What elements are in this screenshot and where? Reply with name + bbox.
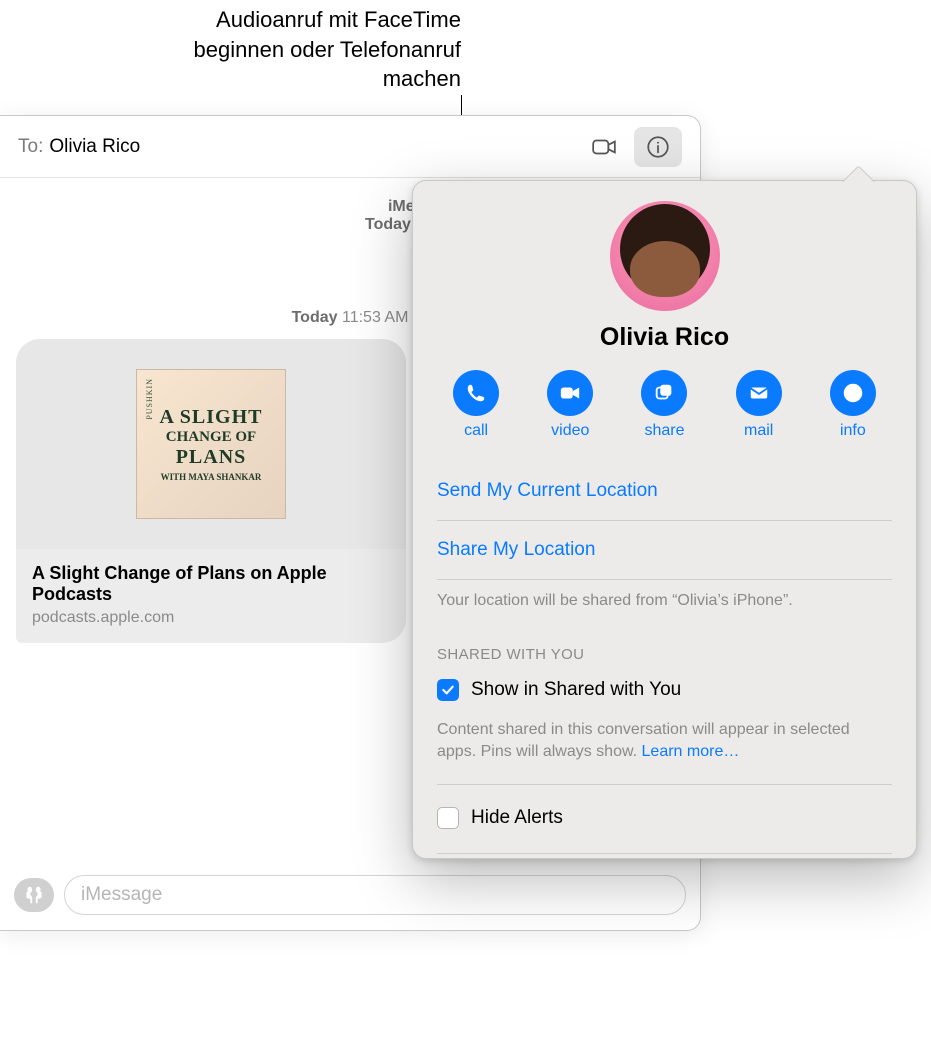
phone-icon — [453, 370, 499, 416]
contact-actions: call video share mail info — [413, 370, 916, 462]
divider — [437, 853, 892, 854]
podcast-cover-line1: A SLIGHT — [159, 406, 262, 429]
apps-button[interactable] — [14, 878, 54, 912]
message-placeholder: iMessage — [81, 884, 162, 906]
mail-label: mail — [744, 422, 773, 440]
contact-info-button[interactable]: info — [818, 370, 888, 440]
show-in-shared-label: Show in Shared with You — [471, 679, 681, 701]
checkbox-checked-icon — [437, 679, 459, 701]
mail-icon — [736, 370, 782, 416]
podcast-cover-line3: PLANS — [176, 446, 247, 469]
hide-alerts-label: Hide Alerts — [471, 807, 563, 829]
titlebar: To: Olivia Rico — [0, 116, 700, 178]
contact-name: Olivia Rico — [413, 323, 916, 352]
call-label: call — [464, 422, 488, 440]
share-label: share — [644, 422, 684, 440]
share-button[interactable]: share — [629, 370, 699, 440]
video-button[interactable]: video — [535, 370, 605, 440]
podcast-title: A Slight Change of Plans on Apple Podcas… — [32, 563, 390, 605]
callout-text: Audioanruf mit FaceTime beginnen oder Te… — [121, 5, 461, 94]
show-in-shared-checkbox-row[interactable]: Show in Shared with You — [413, 671, 916, 711]
details-popover: Olivia Rico call video share mail — [412, 180, 917, 859]
podcast-cover-line2: CHANGE OF — [166, 429, 256, 446]
compose-bar: iMessage — [0, 860, 700, 930]
stamp2-day: Today — [292, 309, 338, 326]
shared-with-you-header: SHARED WITH YOU — [413, 632, 916, 671]
call-button[interactable]: call — [441, 370, 511, 440]
info-button[interactable] — [634, 127, 682, 167]
stamp2-time: 11:53 AM — [342, 309, 408, 326]
learn-more-link[interactable]: Learn more… — [642, 743, 740, 760]
to-recipient[interactable]: Olivia Rico — [49, 136, 140, 158]
to-label: To: — [18, 136, 43, 158]
stamp1-day: Today — [365, 216, 411, 233]
hide-alerts-checkbox-row[interactable]: Hide Alerts — [413, 785, 916, 853]
video-label: video — [551, 422, 589, 440]
podcast-artwork: PUSHKIN A SLIGHT CHANGE OF PLANS WITH MA… — [16, 339, 406, 549]
podcast-domain: podcasts.apple.com — [32, 609, 390, 627]
person-icon — [830, 370, 876, 416]
checkbox-empty-icon — [437, 807, 459, 829]
contact-avatar[interactable] — [610, 201, 720, 311]
video-icon — [547, 370, 593, 416]
facetime-video-button[interactable] — [580, 127, 628, 167]
share-icon — [641, 370, 687, 416]
podcast-link-card[interactable]: PUSHKIN A SLIGHT CHANGE OF PLANS WITH MA… — [16, 339, 406, 643]
location-hint: Your location will be shared from “Olivi… — [437, 580, 892, 632]
info-label: info — [840, 422, 866, 440]
mail-button[interactable]: mail — [724, 370, 794, 440]
podcast-cover-with: WITH MAYA SHANKAR — [161, 472, 262, 482]
send-current-location-link[interactable]: Send My Current Location — [437, 462, 892, 521]
shared-with-you-description: Content shared in this conversation will… — [413, 711, 916, 784]
podcast-cover-publisher: PUSHKIN — [145, 378, 154, 420]
message-input[interactable]: iMessage — [64, 875, 686, 915]
share-my-location-link[interactable]: Share My Location — [437, 521, 892, 580]
